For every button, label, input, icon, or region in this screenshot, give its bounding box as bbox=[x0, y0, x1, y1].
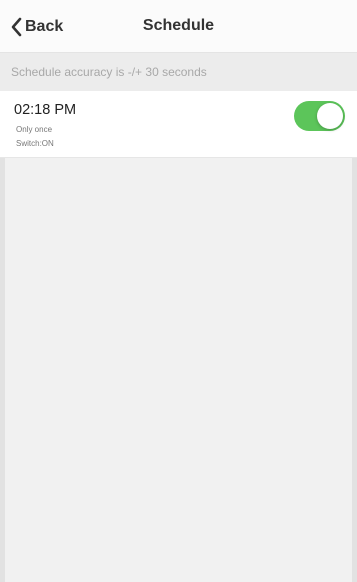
navigation-bar: Back Schedule bbox=[0, 0, 357, 53]
schedule-list: 02:18 PM Only once Switch:ON bbox=[0, 91, 357, 158]
back-label: Back bbox=[25, 18, 64, 35]
schedule-item[interactable]: 02:18 PM Only once Switch:ON bbox=[0, 91, 357, 158]
accuracy-note: Schedule accuracy is -/+ 30 seconds bbox=[11, 65, 207, 79]
schedule-action: Switch:ON bbox=[16, 139, 54, 148]
schedule-enabled-toggle[interactable] bbox=[294, 101, 345, 131]
chevron-left-icon bbox=[10, 17, 22, 37]
toggle-knob bbox=[317, 103, 343, 129]
schedule-time: 02:18 PM bbox=[14, 102, 77, 118]
accuracy-banner: Schedule accuracy is -/+ 30 seconds bbox=[0, 53, 357, 91]
schedule-screen: Back Schedule Schedule accuracy is -/+ 3… bbox=[0, 0, 357, 582]
back-button[interactable]: Back bbox=[10, 14, 63, 40]
schedule-repeat: Only once bbox=[16, 125, 53, 134]
